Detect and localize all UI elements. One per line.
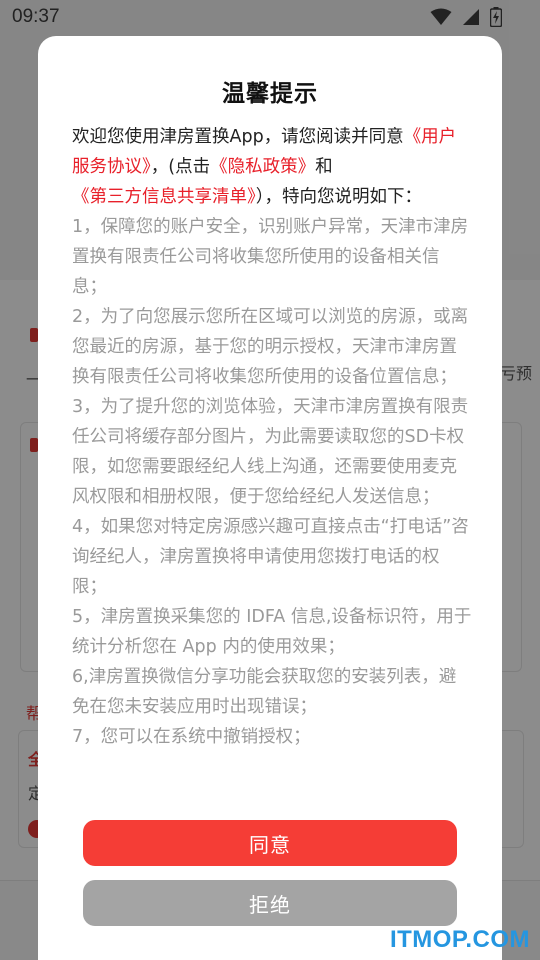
third-party-list-link[interactable]: 《第三方信息共享清单》: [72, 187, 256, 207]
site-watermark: ITMOP.COM: [389, 926, 530, 953]
privacy-dialog: 温馨提示 欢迎您使用津房置换App，请您阅读并同意《用户服务协议》，(点击《隐私…: [38, 36, 502, 960]
policy-item: 4，如果您对特定房源感兴趣可直接点击“打电话”咨询经纪人，津房置换将申请使用您拨…: [72, 517, 469, 597]
policy-item: 7，您可以在系统中撤销授权；: [72, 727, 311, 747]
policy-item: 1，保障您的账户安全，识别账户异常，天津市津房置换有限责任公司将收集您所使用的设…: [72, 217, 469, 297]
agree-button[interactable]: 同意: [83, 820, 457, 866]
dialog-title: 温馨提示: [222, 81, 318, 107]
battery-charging-icon: [490, 7, 502, 27]
dialog-body: 欢迎您使用津房置换App，请您阅读并同意《用户服务协议》，(点击《隐私政策》和《…: [72, 122, 472, 752]
privacy-policy-link[interactable]: 《隐私政策》: [210, 157, 315, 177]
intro-mid-2: 和: [315, 157, 333, 177]
policy-item: 2，为了向您展示您所在区域可以浏览的房源，或离您最近的房源，基于您的明示授权，天…: [72, 307, 469, 387]
policy-item: 6,津房置换微信分享功能会获取您的安装列表，避免在您未安装应用时出现错误；: [72, 667, 457, 717]
policy-item: 3，为了提升您的浏览体验，天津市津房置换有限责任公司将缓存部分图片，为此需要读取…: [72, 397, 469, 507]
status-time: 09:37: [12, 6, 60, 27]
policy-item: 5，津房置换采集您的 IDFA 信息,设备标识符，用于统计分析您在 App 内的…: [72, 607, 472, 657]
wifi-icon: [430, 8, 452, 26]
intro-prefix: 欢迎您使用津房置换App，请您阅读并同意: [72, 127, 404, 147]
signal-icon: [462, 8, 480, 26]
dialog-intro: 欢迎您使用津房置换App，请您阅读并同意《用户服务协议》，(点击《隐私政策》和《…: [72, 122, 472, 212]
status-bar: 09:37: [0, 0, 540, 34]
intro-mid-1: ，(点击: [150, 157, 211, 177]
intro-suffix: ），特向您说明如下：: [255, 187, 422, 207]
reject-button[interactable]: 拒绝: [83, 880, 457, 926]
status-icons: [430, 7, 502, 27]
policy-list: 1，保障您的账户安全，识别账户异常，天津市津房置换有限责任公司将收集您所使用的设…: [72, 212, 472, 752]
